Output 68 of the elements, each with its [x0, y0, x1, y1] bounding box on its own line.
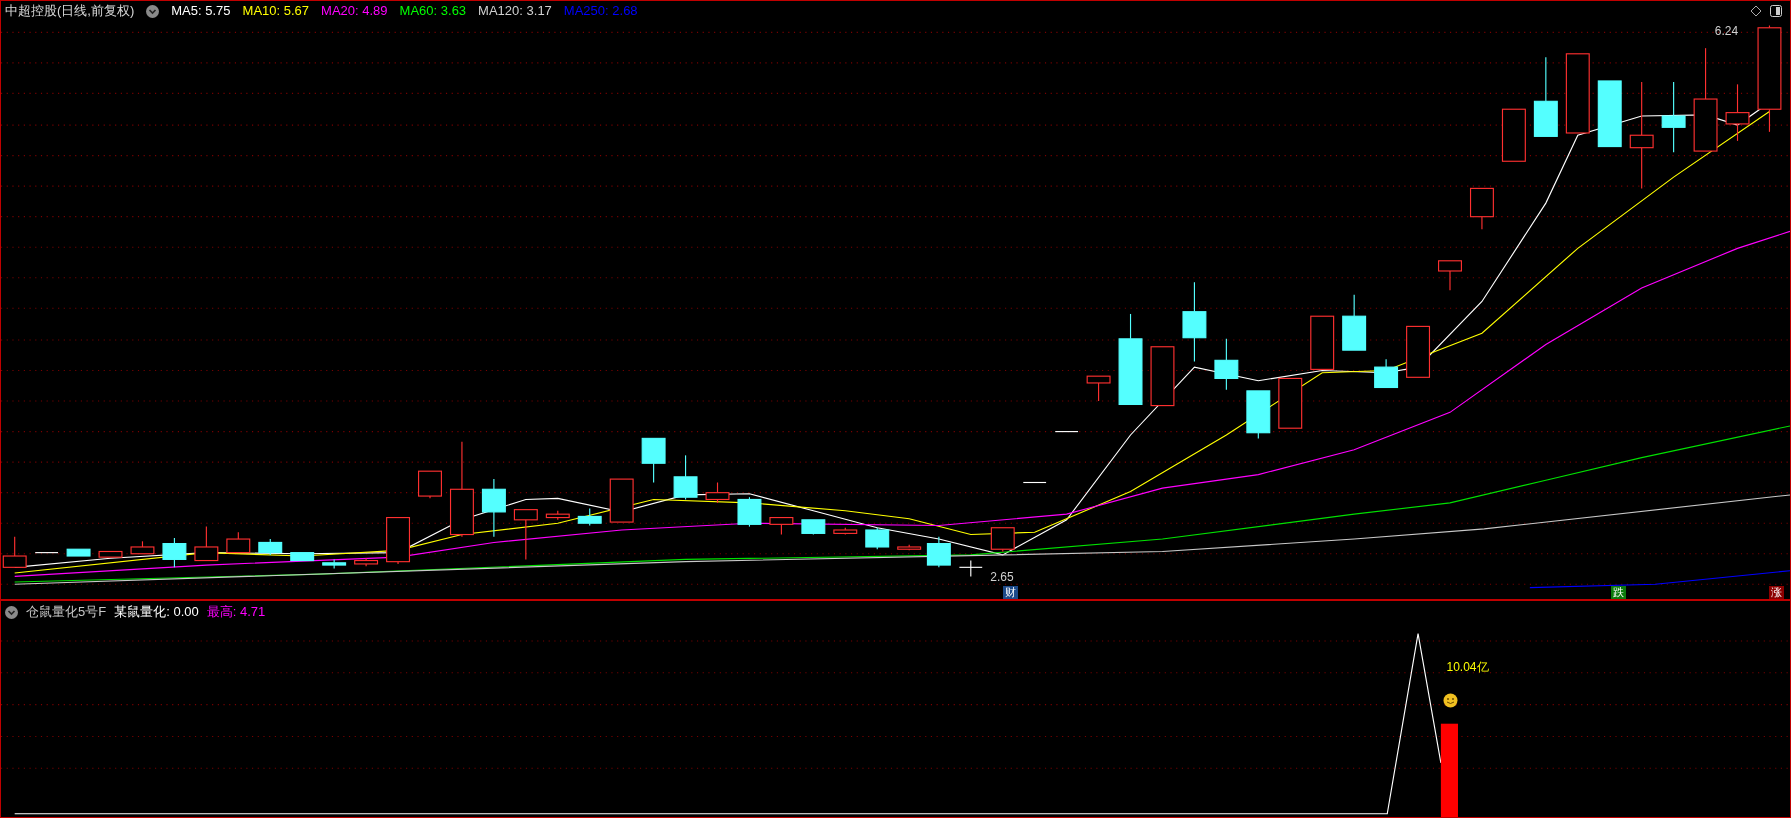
- candlestick: [673, 454, 698, 501]
- ma-reading: MA60: 3.63: [399, 2, 467, 21]
- candlestick: [926, 536, 951, 568]
- candlestick: [386, 517, 411, 565]
- candlestick: [1406, 325, 1431, 378]
- ma-reading: MA5: 5.75: [171, 2, 231, 21]
- candlestick: [865, 527, 890, 550]
- panel-toggle-icon[interactable]: [1770, 5, 1782, 17]
- event-marker[interactable]: 财: [1002, 586, 1018, 599]
- candlestick: [1661, 81, 1686, 153]
- candlestick: [322, 558, 347, 570]
- candlestick: [194, 526, 219, 562]
- stock-title: 中超控股(日线,前复权): [5, 2, 135, 21]
- candlestick: [1374, 358, 1399, 389]
- candlestick: [897, 544, 922, 551]
- candlestick: [833, 527, 858, 536]
- smiley-icon: [1442, 692, 1458, 708]
- candlestick: [1342, 294, 1367, 351]
- ma-reading: MA10: 5.67: [242, 2, 310, 21]
- dropdown-icon[interactable]: [5, 605, 18, 619]
- doji-candlestick: [958, 559, 983, 577]
- indicator-reading: 最高: 4.71: [206, 603, 266, 622]
- ma-reading: MA120: 3.17: [478, 2, 552, 21]
- candlestick: [609, 478, 634, 523]
- low-price-label: 2.65: [990, 568, 1014, 586]
- indicator-title: 仓鼠量化5号F: [26, 603, 107, 622]
- candlestick: [98, 550, 123, 558]
- indicator-reading: 某鼠量化: 0.00: [114, 603, 199, 622]
- candlestick: [1438, 260, 1462, 291]
- doji-candlestick: [34, 552, 59, 554]
- candlestick: [1086, 375, 1111, 402]
- candlestick: [545, 510, 570, 521]
- ma-reading: MA250: 2.68: [563, 2, 638, 21]
- candlestick: [1469, 187, 1494, 230]
- candlestick: [641, 437, 666, 484]
- candlestick: [577, 507, 602, 527]
- candlestick: [1214, 338, 1239, 391]
- candlestick: [1150, 346, 1175, 407]
- dropdown-icon[interactable]: [146, 4, 160, 18]
- doji-candlestick: [1054, 431, 1079, 433]
- candlestick: [258, 538, 283, 556]
- candlestick: [1597, 80, 1622, 148]
- candlestick: [769, 517, 794, 536]
- candlestick: [990, 527, 1015, 553]
- candlestick: [705, 481, 730, 504]
- ma-reading: MA20: 4.89: [321, 2, 388, 21]
- candlestick: [354, 557, 379, 567]
- volume-annotation: 10.04亿: [1446, 658, 1489, 676]
- candlestick: [66, 548, 91, 557]
- candlestick: [1246, 390, 1271, 439]
- candlestick: [418, 470, 442, 499]
- candlestick: [1501, 108, 1526, 162]
- candlestick: [130, 540, 155, 555]
- candlestick: [737, 496, 762, 528]
- candlestick: [513, 509, 538, 560]
- candlestick: [481, 478, 506, 538]
- event-marker[interactable]: 跌: [1611, 586, 1627, 599]
- candlestick: [1725, 83, 1750, 142]
- candlestick: [1278, 377, 1303, 429]
- candlestick: [1310, 315, 1335, 370]
- doji-candlestick: [1022, 481, 1047, 484]
- high-price-label: 6.24: [1714, 23, 1739, 41]
- candlestick: [162, 537, 187, 568]
- candlestick: [801, 519, 826, 536]
- event-marker[interactable]: 涨: [1768, 586, 1784, 599]
- candlestick: [226, 531, 251, 554]
- diamond-icon[interactable]: [1750, 5, 1762, 17]
- candlestick: [290, 552, 315, 562]
